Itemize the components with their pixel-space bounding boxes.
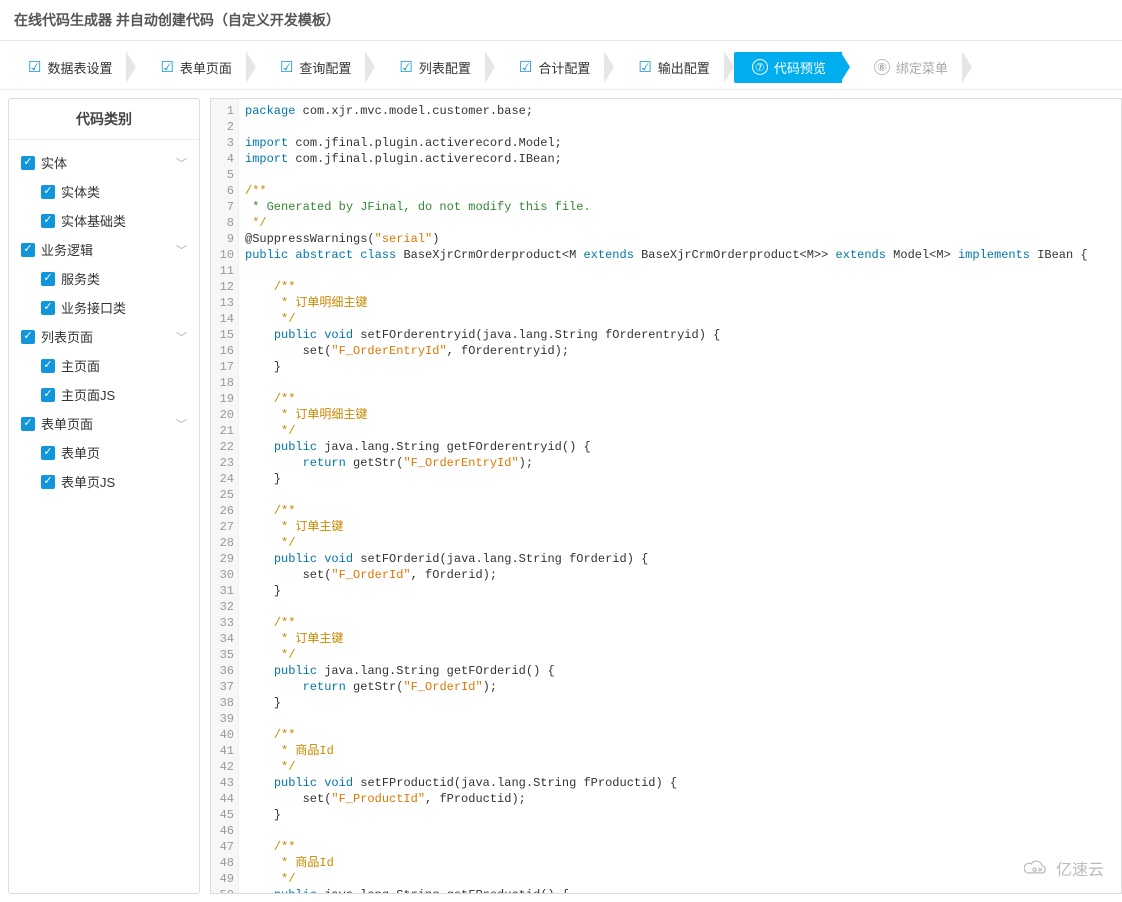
tree-node-0[interactable]: 实体 ﹀ <box>13 148 195 177</box>
step-number-icon: ⑧ <box>874 59 890 75</box>
step-label: 输出配置 <box>658 58 710 77</box>
checkbox-icon[interactable] <box>21 330 35 344</box>
checkbox-icon[interactable] <box>41 446 55 460</box>
tree-label: 服务类 <box>61 269 100 288</box>
check-icon: ☑ <box>399 58 412 76</box>
step-label: 表单页面 <box>180 58 232 77</box>
checkbox-icon[interactable] <box>41 272 55 286</box>
tree-node-2[interactable]: 实体基础类 <box>13 206 195 235</box>
step-label: 绑定菜单 <box>896 58 948 77</box>
tree-label: 业务接口类 <box>61 298 126 317</box>
check-icon: ☑ <box>28 58 41 76</box>
step-label: 数据表设置 <box>47 58 112 77</box>
step-number-icon: ⑦ <box>752 59 768 75</box>
page-title: 在线代码生成器 并自动创建代码（自定义开发模板） <box>0 0 1122 41</box>
checkbox-icon[interactable] <box>41 359 55 373</box>
tree-node-4[interactable]: 服务类 <box>13 264 195 293</box>
step-label: 合计配置 <box>538 58 590 77</box>
check-icon: ☑ <box>280 58 293 76</box>
tree-label: 实体基础类 <box>61 211 126 230</box>
checkbox-icon[interactable] <box>21 417 35 431</box>
chevron-down-icon[interactable]: ﹀ <box>176 329 187 345</box>
checkbox-icon[interactable] <box>41 301 55 315</box>
code-editor[interactable]: 1 2 3 4 5 6 7 8 9 10 11 12 13 14 15 16 1… <box>210 98 1122 894</box>
code-category-tree: 实体 ﹀ 实体类实体基础类业务逻辑 ﹀ 服务类业务接口类列表页面 ﹀ 主页面主页面JS 表单页… <box>9 140 199 504</box>
wizard-step-2[interactable]: ☑ 查询配置 <box>256 52 367 83</box>
tree-node-11[interactable]: 表单页JS <box>13 467 195 496</box>
checkbox-icon[interactable] <box>21 156 35 170</box>
tree-node-3[interactable]: 业务逻辑 ﹀ <box>13 235 195 264</box>
tree-label: 表单页面 <box>41 414 93 433</box>
tree-node-6[interactable]: 列表页面 ﹀ <box>13 322 195 351</box>
check-icon: ☑ <box>638 58 651 76</box>
tree-node-10[interactable]: 表单页 <box>13 438 195 467</box>
tree-label: 主页面JS <box>61 385 115 404</box>
checkbox-icon[interactable] <box>21 243 35 257</box>
chevron-down-icon[interactable]: ﹀ <box>176 416 187 432</box>
chevron-down-icon[interactable]: ﹀ <box>176 155 187 171</box>
watermark: 亿速云 <box>1024 856 1104 880</box>
tree-node-8[interactable]: 主页面JS <box>13 380 195 409</box>
checkbox-icon[interactable] <box>41 475 55 489</box>
wizard-step-4[interactable]: ☑ 合计配置 <box>495 52 606 83</box>
wizard-step-7: ⑧ 绑定菜单 <box>850 52 964 83</box>
tree-label: 业务逻辑 <box>41 240 93 259</box>
check-icon: ☑ <box>160 58 173 76</box>
code-content[interactable]: package com.xjr.mvc.model.customer.base;… <box>239 99 1121 893</box>
check-icon: ☑ <box>519 58 532 76</box>
checkbox-icon[interactable] <box>41 185 55 199</box>
wizard-step-1[interactable]: ☑ 表单页面 <box>136 52 247 83</box>
wizard-step-0[interactable]: ☑ 数据表设置 <box>14 52 128 83</box>
wizard-step-3[interactable]: ☑ 列表配置 <box>375 52 486 83</box>
step-label: 列表配置 <box>419 58 471 77</box>
step-label: 查询配置 <box>299 58 351 77</box>
tree-node-7[interactable]: 主页面 <box>13 351 195 380</box>
tree-node-1[interactable]: 实体类 <box>13 177 195 206</box>
tree-node-9[interactable]: 表单页面 ﹀ <box>13 409 195 438</box>
tree-label: 表单页 <box>61 443 100 462</box>
line-number-gutter: 1 2 3 4 5 6 7 8 9 10 11 12 13 14 15 16 1… <box>211 99 239 893</box>
code-category-panel: 代码类别 实体 ﹀ 实体类实体基础类业务逻辑 ﹀ 服务类业务接口类列表页面 ﹀ 主页面主页面… <box>8 98 200 894</box>
step-label: 代码预览 <box>774 58 826 77</box>
tree-label: 表单页JS <box>61 472 115 491</box>
checkbox-icon[interactable] <box>41 214 55 228</box>
chevron-down-icon[interactable]: ﹀ <box>176 242 187 258</box>
sidebar-title: 代码类别 <box>9 99 199 140</box>
wizard-step-5[interactable]: ☑ 输出配置 <box>614 52 725 83</box>
wizard-steps: ☑ 数据表设置 ☑ 表单页面 ☑ 查询配置 ☑ 列表配置 ☑ 合计配置 ☑ 输出配置 ⑦ 代码预览 ⑧ 绑定菜… <box>0 41 1122 90</box>
tree-label: 实体类 <box>61 182 100 201</box>
wizard-step-6[interactable]: ⑦ 代码预览 <box>734 52 842 83</box>
tree-node-5[interactable]: 业务接口类 <box>13 293 195 322</box>
tree-label: 列表页面 <box>41 327 93 346</box>
checkbox-icon[interactable] <box>41 388 55 402</box>
cloud-icon <box>1024 859 1050 877</box>
tree-label: 主页面 <box>61 356 100 375</box>
tree-label: 实体 <box>41 153 67 172</box>
